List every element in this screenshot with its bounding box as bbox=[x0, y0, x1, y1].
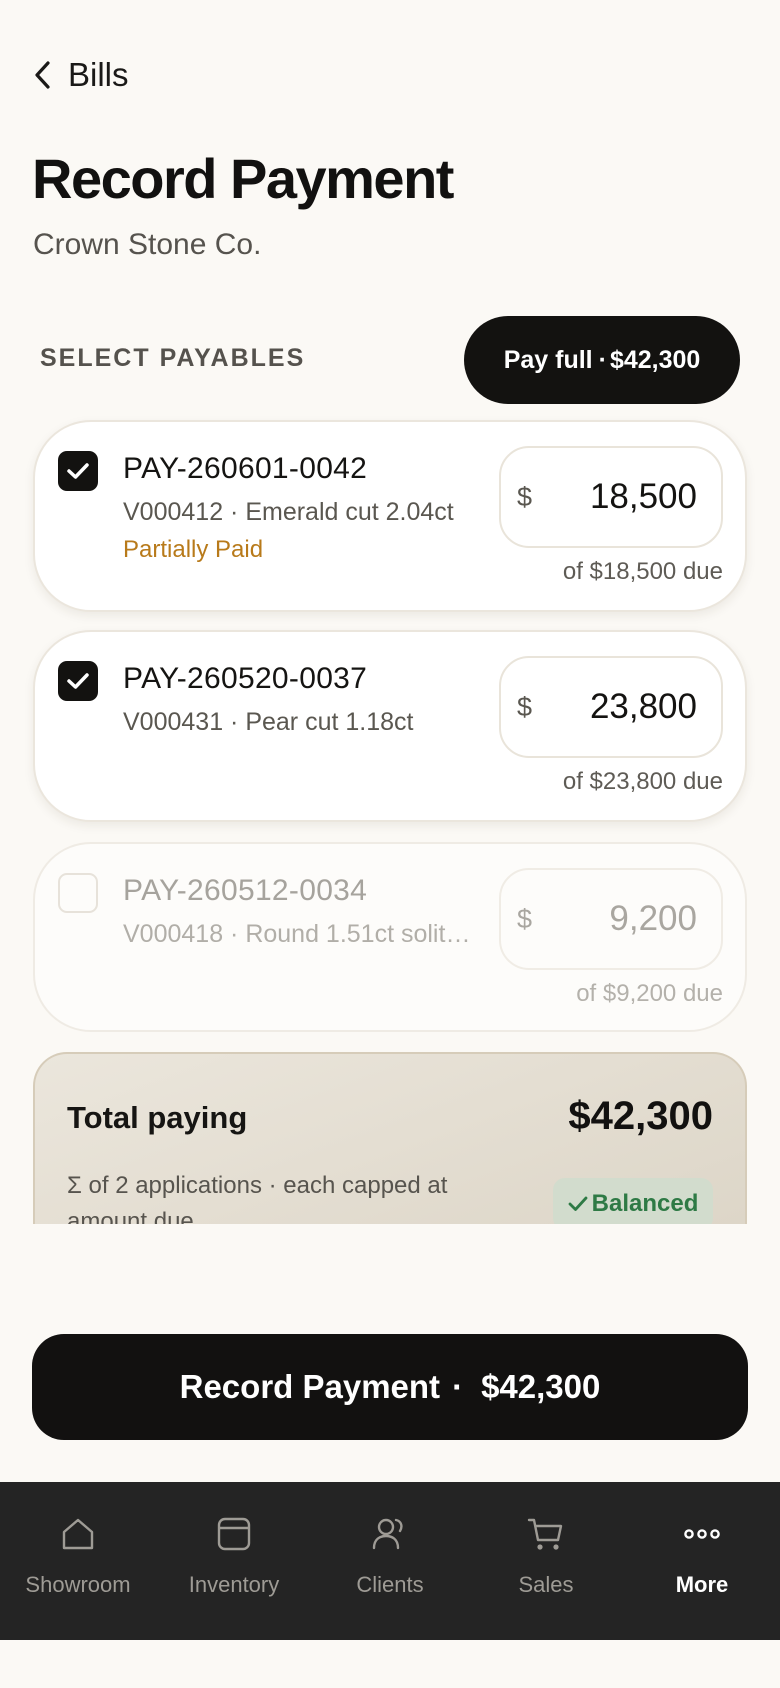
status-badge: Balanced bbox=[553, 1178, 713, 1224]
page-title: Record Payment bbox=[32, 147, 454, 210]
clients-icon bbox=[372, 1518, 403, 1550]
record-payment-separator: · bbox=[452, 1368, 464, 1405]
pay-full-button[interactable]: Pay full · $42,300 bbox=[464, 316, 740, 404]
home-icon bbox=[62, 1518, 94, 1550]
payable-id: PAY-260601-0042 bbox=[123, 452, 368, 485]
amount-due: of $23,800 due bbox=[562, 768, 723, 795]
tab-label: Inventory bbox=[188, 1572, 280, 1597]
vendor-name: Crown Stone Co. bbox=[33, 228, 262, 261]
check-icon bbox=[67, 463, 89, 479]
amount-input[interactable]: $ 18,500 bbox=[499, 446, 723, 548]
total-note: Σ of 2 applications · each capped at amo… bbox=[67, 1172, 448, 1224]
back-button[interactable]: Bills bbox=[32, 52, 129, 98]
tab-clients[interactable]: Clients bbox=[312, 1482, 468, 1640]
amount-input[interactable]: $ 9,200 bbox=[499, 868, 723, 970]
pay-full-label: Pay full bbox=[503, 345, 593, 374]
amount-value: 23,800 bbox=[589, 687, 697, 726]
tab-more[interactable]: More bbox=[624, 1482, 780, 1640]
payable-card[interactable]: PAY-260512-0034 V000418 · Round 1.51ct s… bbox=[33, 842, 747, 1032]
amount-due: of $18,500 due bbox=[562, 558, 723, 585]
tab-label: Showroom bbox=[25, 1572, 131, 1597]
chevron-left-icon bbox=[35, 61, 50, 89]
amount-value: 9,200 bbox=[609, 899, 697, 938]
tab-showroom[interactable]: Showroom bbox=[0, 1482, 156, 1640]
amount-due: of $9,200 due bbox=[576, 980, 723, 1007]
tab-bar: Showroom Inventory Clients Sales More bbox=[0, 1482, 780, 1640]
payable-status: Partially Paid bbox=[123, 536, 264, 563]
amount-value: 18,500 bbox=[589, 477, 697, 516]
tab-inventory[interactable]: Inventory bbox=[156, 1482, 312, 1640]
record-payment-button[interactable]: Record Payment · $42,300 bbox=[32, 1334, 748, 1440]
tab-label: More bbox=[675, 1572, 729, 1597]
inventory-icon bbox=[217, 1517, 251, 1551]
payable-id: PAY-260512-0034 bbox=[123, 874, 368, 907]
tab-sales[interactable]: Sales bbox=[468, 1482, 624, 1640]
check-icon bbox=[568, 1196, 588, 1211]
payable-card[interactable]: PAY-260601-0042 V000412 · Emerald cut 2.… bbox=[33, 420, 747, 612]
currency-symbol: $ bbox=[517, 691, 533, 722]
payable-description: V000412 · Emerald cut 2.04ct bbox=[123, 498, 454, 526]
record-payment-label: Record Payment bbox=[179, 1368, 441, 1405]
record-payment-amount: $42,300 bbox=[481, 1368, 601, 1405]
payable-checkbox[interactable] bbox=[58, 873, 98, 913]
amount-input[interactable]: $ 23,800 bbox=[499, 656, 723, 758]
tab-label: Clients bbox=[356, 1572, 424, 1597]
cart-icon bbox=[527, 1518, 563, 1550]
more-icon bbox=[684, 1529, 720, 1539]
tab-label: Sales bbox=[518, 1572, 574, 1597]
back-label: Bills bbox=[68, 56, 129, 93]
badge-label: Balanced bbox=[591, 1190, 699, 1217]
total-amount: $42,300 bbox=[568, 1094, 713, 1138]
payable-checkbox[interactable] bbox=[58, 661, 98, 701]
currency-symbol: $ bbox=[517, 481, 533, 512]
section-label: SELECT PAYABLES bbox=[40, 344, 306, 372]
total-label: Total paying bbox=[67, 1100, 248, 1135]
pay-full-amount: $42,300 bbox=[609, 345, 701, 374]
payable-card[interactable]: PAY-260520-0037 V000431 · Pear cut 1.18c… bbox=[33, 630, 747, 822]
total-summary: Total paying $42,300 Σ of 2 applications… bbox=[33, 1052, 747, 1224]
payable-description: V000418 · Round 1.51ct solitaire bbox=[123, 920, 473, 948]
pay-full-separator: · bbox=[598, 345, 607, 374]
payable-id: PAY-260520-0037 bbox=[123, 662, 368, 695]
currency-symbol: $ bbox=[517, 903, 533, 934]
check-icon bbox=[67, 673, 89, 689]
payable-description: V000431 · Pear cut 1.18ct bbox=[123, 708, 414, 736]
payable-checkbox[interactable] bbox=[58, 451, 98, 491]
